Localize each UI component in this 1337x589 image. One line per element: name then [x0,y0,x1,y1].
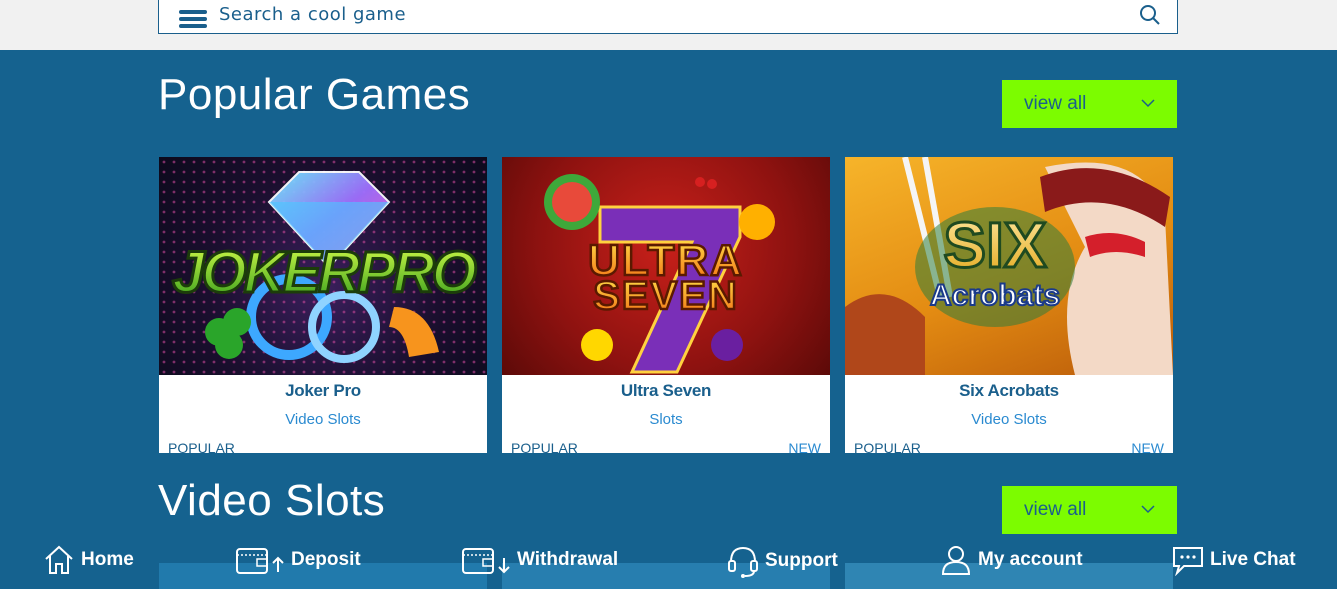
wallet-down-icon [462,548,510,574]
view-all-label: view all [1024,499,1087,520]
game-name: Ultra Seven [620,381,712,400]
game-card-joker-pro[interactable]: JOKERPRO Joker Pro Video Slots POPULAR [159,157,487,453]
nav-home[interactable]: Home [43,544,134,576]
joker-pro-logo-text: JOKERPRO [172,240,476,305]
game-category: Video Slots [285,411,361,428]
game-card-six-acrobats[interactable]: SIX Acrobats Six Acrobats Video Slots PO… [845,157,1173,453]
game-thumbnail-six-acrobats: SIX Acrobats [845,157,1173,375]
game-thumbnail-ultra-seven: ULTRA SEVEN [502,157,830,375]
chevron-down-icon [1141,505,1155,514]
nav-my-account[interactable]: My account [940,544,1083,576]
nav-label: Withdrawal [517,549,619,570]
headset-icon [728,546,758,578]
nav-deposit[interactable]: Deposit [235,544,361,576]
section-title-video-slots: Video Slots [158,476,386,525]
section-title-popular: Popular Games [158,70,471,119]
search-input[interactable] [219,2,1119,26]
six-acrobats-logo-line2: Acrobats [930,279,1060,312]
game-name: Joker Pro [285,381,361,400]
nav-live-chat[interactable]: Live Chat [1172,544,1296,576]
view-all-button-video-slots[interactable]: view all [1002,486,1177,534]
tag-popular: POPULAR [511,440,578,453]
ultra-seven-logo-line2: SEVEN [593,274,739,318]
tag-popular: POPULAR [168,440,235,453]
chevron-down-icon [1141,99,1155,108]
tag-new: NEW [788,440,821,453]
menu-icon[interactable] [179,10,207,28]
bottom-nav: Home Deposit Withdrawal Support My accou… [0,532,1337,589]
nav-label: Deposit [291,549,361,570]
view-all-label: view all [1024,93,1087,114]
wallet-up-icon [236,548,284,574]
game-category: Video Slots [971,411,1047,428]
six-acrobats-logo-line1: SIX [943,209,1046,281]
tag-popular: POPULAR [854,440,921,453]
nav-label: Home [81,549,134,570]
nav-withdrawal[interactable]: Withdrawal [461,544,618,576]
nav-label: My account [978,549,1083,570]
user-icon [941,546,971,575]
chat-icon [1173,547,1203,576]
nav-label: Support [765,550,838,571]
search-icon[interactable] [1139,4,1161,26]
game-category: Slots [649,411,683,428]
search-bar-strip [0,0,1337,50]
tag-new: NEW [1131,440,1164,453]
nav-support[interactable]: Support [727,544,838,578]
game-thumbnail-joker-pro: JOKERPRO [159,157,487,375]
game-card-ultra-seven[interactable]: ULTRA SEVEN Ultra Seven Slots POPULAR NE… [502,157,830,453]
nav-label: Live Chat [1210,549,1296,570]
game-name: Six Acrobats [959,381,1059,400]
view-all-button-popular[interactable]: view all [1002,80,1177,128]
search-box [158,0,1178,34]
home-icon [45,545,73,574]
